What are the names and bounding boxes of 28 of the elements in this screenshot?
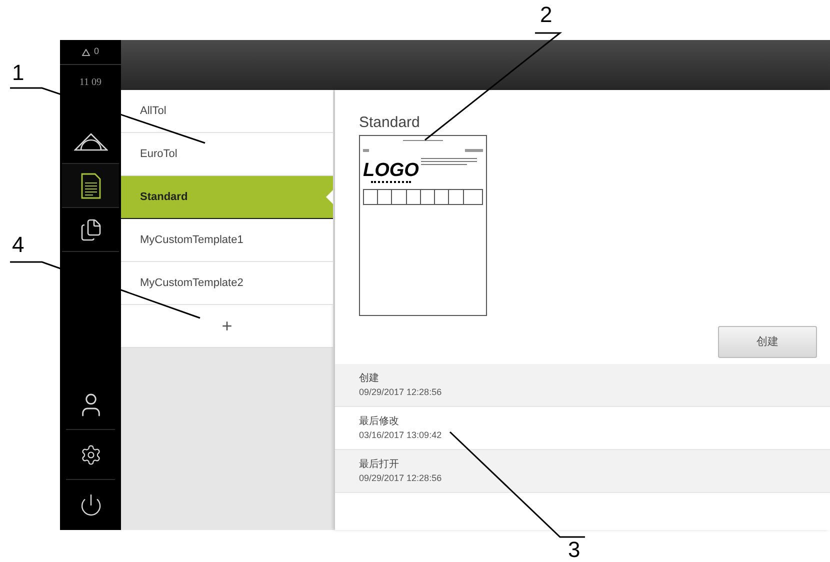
clock-time: 11 09 — [79, 76, 102, 90]
callout-number: 3 — [568, 537, 580, 562]
document-icon — [80, 172, 100, 198]
property-value: 09/29/2017 12:28:56 — [359, 386, 442, 398]
callout-number: 4 — [12, 232, 24, 258]
add-template-button[interactable]: + — [121, 305, 333, 348]
template-list-item[interactable]: AllTol — [121, 90, 333, 133]
files-icon — [78, 218, 102, 242]
settings-icon — [80, 444, 102, 466]
template-title: Standard — [359, 114, 420, 132]
property-value: 03/16/2017 13:09:42 — [359, 428, 442, 442]
property-value: 09/29/2017 12:28:56 — [359, 472, 442, 484]
property-label: 创建 — [359, 372, 379, 386]
warning-triangle-icon — [82, 48, 90, 56]
logo-text: LOGO — [363, 162, 419, 180]
template-list-item[interactable]: EuroTol — [121, 133, 333, 176]
template-list-item[interactable]: MyCustomTemplate2 — [121, 262, 333, 305]
callout-number: 2 — [540, 2, 552, 28]
power-icon — [78, 493, 102, 517]
warning-count: 0 — [94, 45, 99, 58]
create-button[interactable]: 创建 — [718, 326, 817, 358]
protractor-icon — [74, 132, 108, 150]
template-list-item[interactable]: MyCustomTemplate1 — [121, 219, 333, 262]
sidebar-nav-button[interactable] — [62, 164, 119, 208]
property-label: 最后修改 — [359, 414, 399, 428]
template-list-item[interactable]: Standard — [121, 176, 333, 219]
callout-number: 1 — [12, 60, 24, 86]
property-label: 最后打开 — [359, 458, 399, 472]
